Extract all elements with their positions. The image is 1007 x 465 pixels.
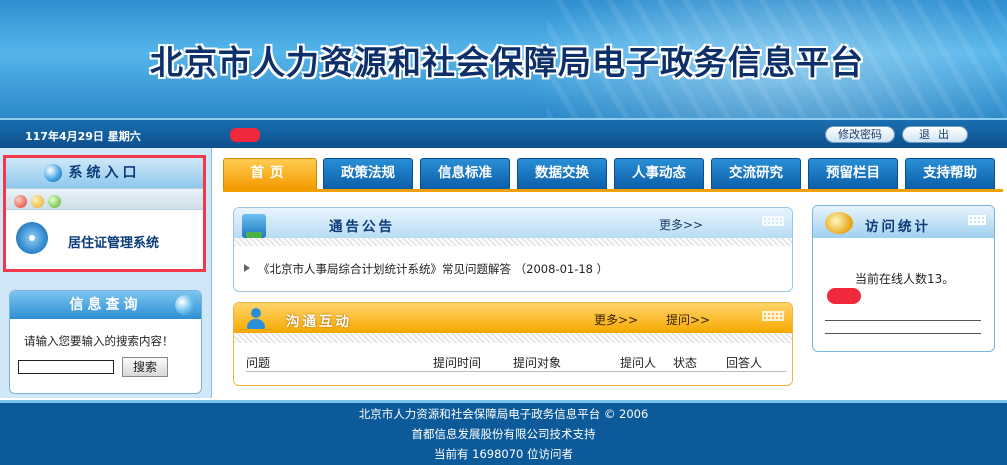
main-content: 通告公告 更多>> 《北京市人事局综合计划统计系统》常见问题解答 （2008-0… — [223, 195, 803, 400]
ask-question-link[interactable]: 提问>> — [666, 311, 710, 328]
interaction-table-header: 问题 提问时间 提问对象 提问人 状态 回答人 — [246, 354, 786, 372]
change-password-button[interactable]: 修改密码 — [825, 126, 895, 143]
residence-permit-label[interactable]: 居住证管理系统 — [68, 232, 159, 251]
globe-icon — [44, 164, 62, 182]
search-input[interactable] — [18, 360, 114, 374]
main-nav-tabs: 首页 政策法规 信息标准 数据交换 人事动态 交流研究 预留栏目 支持帮助 — [223, 158, 1003, 192]
search-panel: 信息查询 请输入您要输入的搜索内容！ 搜索 — [9, 290, 202, 394]
tab-policy[interactable]: 政策法规 — [323, 158, 413, 189]
notice-icon — [242, 214, 266, 238]
stripe-divider — [234, 333, 792, 343]
yellow-dot-icon — [31, 195, 44, 208]
tab-info-standard[interactable]: 信息标准 — [420, 158, 510, 189]
notice-title: 通告公告 — [329, 219, 395, 235]
date-label: 117年4月29日 星期六 — [25, 130, 141, 143]
system-entry-header: 系统入口 — [6, 158, 203, 188]
search-prompt: 请输入您要输入的搜索内容！ — [24, 334, 174, 348]
footer-copyright: 北京市人力资源和社会保障局电子政务信息平台 © 2006 — [358, 407, 649, 421]
interaction-more-link[interactable]: 更多>> — [594, 311, 638, 328]
grid-decoration-icon — [762, 216, 784, 226]
red-dot-icon — [14, 195, 27, 208]
notice-panel: 通告公告 更多>> 《北京市人事局综合计划统计系统》常见问题解答 （2008-0… — [233, 207, 793, 292]
tab-reserved[interactable]: 预留栏目 — [808, 158, 898, 189]
header-banner: 北京市人力资源和社会保障局电子政务信息平台 — [0, 0, 1007, 118]
tab-home[interactable]: 首页 — [223, 158, 317, 189]
footer: 北京市人力资源和社会保障局电子政务信息平台 © 2006 首都信息发展股份有限公… — [0, 400, 1007, 465]
green-dot-icon — [48, 195, 61, 208]
footer-visitor-count: 当前有 1698070 位访问者 — [433, 447, 574, 461]
redacted-mark — [230, 128, 260, 142]
redacted-mark — [827, 288, 861, 304]
search-header: 信息查询 — [10, 291, 201, 319]
notice-header: 通告公告 更多>> — [234, 208, 792, 238]
interaction-title: 沟通互动 — [286, 314, 352, 330]
notice-item[interactable]: 《北京市人事局综合计划统计系统》常见问题解答 （2008-01-18 ） — [258, 261, 608, 277]
interaction-header: 沟通互动 更多>> 提问>> — [234, 303, 792, 333]
search-button[interactable]: 搜索 — [122, 357, 168, 377]
visit-stats-title: 访问统计 — [865, 219, 931, 235]
visit-stats-header: 访问统计 — [813, 206, 994, 238]
notice-more-link[interactable]: 更多>> — [659, 216, 703, 233]
tab-research[interactable]: 交流研究 — [711, 158, 801, 189]
tab-personnel[interactable]: 人事动态 — [614, 158, 704, 189]
interaction-panel: 沟通互动 更多>> 提问>> 问题 提问时间 提问对象 提问人 状态 回答人 — [233, 302, 793, 386]
arrow-icon — [244, 264, 250, 272]
residence-permit-link[interactable]: 居住证管理系统 — [6, 210, 203, 268]
site-title: 北京市人力资源和社会保障局电子政务信息平台 — [150, 43, 864, 82]
status-bar: 117年4月29日 星期六 修改密码 退出 — [0, 118, 1007, 148]
col-answerer: 回答人 — [726, 356, 763, 370]
logout-button[interactable]: 退出 — [902, 126, 968, 143]
system-entry-title: 系统入口 — [68, 165, 141, 181]
window-dots — [6, 188, 203, 210]
footer-support: 首都信息发展股份有限公司技术支持 — [411, 427, 596, 441]
search-title: 信息查询 — [69, 297, 142, 313]
col-ask-time: 提问时间 — [433, 356, 482, 370]
tab-data-exchange[interactable]: 数据交换 — [517, 158, 607, 189]
person-icon — [246, 308, 266, 330]
grid-decoration-icon — [762, 311, 784, 321]
online-count: 当前在线人数13。 — [855, 272, 955, 286]
disc-icon — [11, 217, 53, 259]
grid-decoration-icon — [968, 215, 986, 225]
tab-help[interactable]: 支持帮助 — [905, 158, 995, 189]
divider-line — [825, 320, 981, 321]
search-ball-icon — [175, 295, 195, 315]
col-asker: 提问人 — [620, 356, 657, 370]
stripe-divider — [234, 238, 792, 246]
col-ask-target: 提问对象 — [513, 356, 562, 370]
visit-stats-panel: 访问统计 当前在线人数13。 — [812, 205, 995, 352]
stats-icon — [825, 212, 853, 234]
divider-line — [825, 333, 981, 334]
system-entry-panel: 系统入口 居住证管理系统 — [3, 155, 206, 272]
col-question: 问题 — [246, 356, 271, 370]
col-status: 状态 — [673, 356, 698, 370]
